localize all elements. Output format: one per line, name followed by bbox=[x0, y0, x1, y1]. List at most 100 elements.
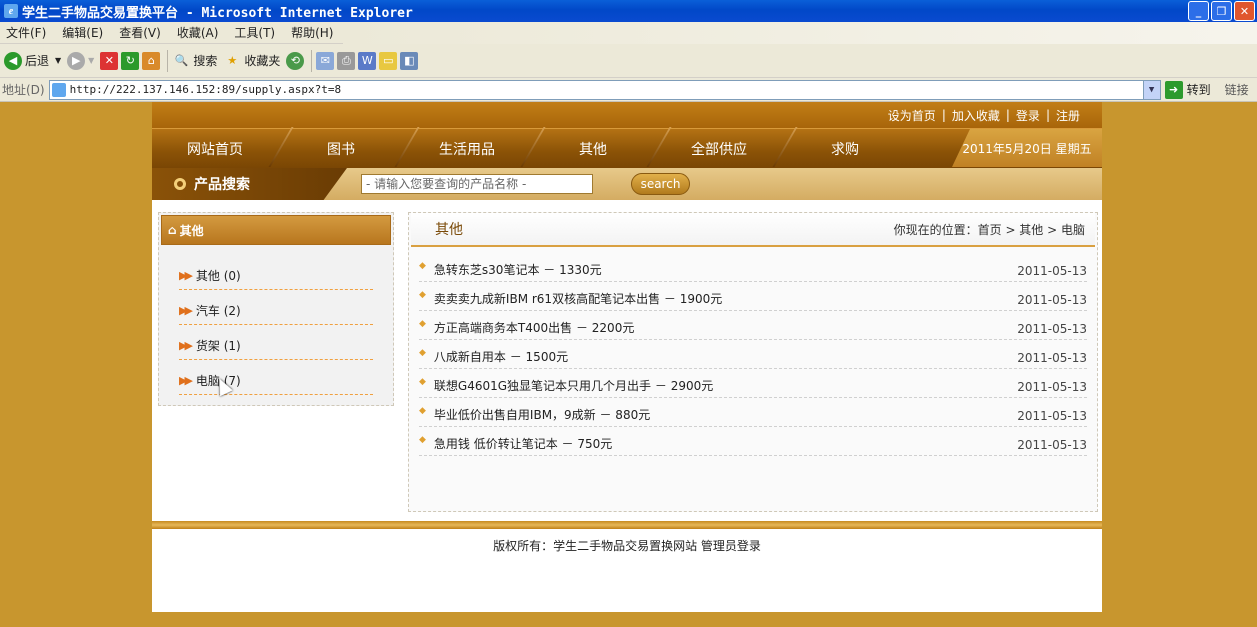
footer-divider bbox=[152, 521, 1102, 529]
back-label: 后退 bbox=[25, 54, 50, 68]
product-list-panel: 其他 你现在的位置：首页 > 其他 > 电脑 ◆ 急转东芝s30笔记本 － 133… bbox=[408, 212, 1098, 512]
go-label: 转到 bbox=[1186, 83, 1211, 97]
page-icon bbox=[51, 82, 66, 97]
address-label: 地址(D) bbox=[2, 83, 45, 97]
window-titlebar: e 学生二手物品交易置换平台 - Microsoft Internet Expl… bbox=[0, 0, 1257, 22]
menu-filler bbox=[343, 21, 1257, 44]
sidebar-title: 其他 bbox=[179, 223, 204, 238]
minimize-button[interactable]: _ bbox=[1188, 1, 1209, 21]
messenger-icon[interactable]: ◧ bbox=[400, 51, 419, 70]
login-link[interactable]: 登录 bbox=[1016, 107, 1040, 124]
search-button[interactable]: 🔍 搜索 bbox=[172, 51, 217, 70]
bullet-icon: ◆ bbox=[419, 347, 426, 358]
category-item-computer[interactable]: ▶▶ 电脑 (7) bbox=[179, 360, 373, 395]
list-item[interactable]: ◆ 八成新自用本 － 1500元 2011-05-13 bbox=[419, 340, 1087, 369]
list-item[interactable]: ◆ 卖卖卖九成新IBM r61双核高配笔记本出售 － 1900元 2011-05-1… bbox=[419, 282, 1087, 311]
set-homepage-link[interactable]: 设为首页 bbox=[888, 107, 936, 124]
circle-bullet-icon bbox=[174, 178, 186, 190]
nav-other[interactable]: 其他 bbox=[530, 139, 656, 159]
bullet-icon: ◆ bbox=[419, 318, 426, 329]
list-item[interactable]: ◆ 联想G4601G独显笔记本只用几个月出手 － 2900元 2011-05-13 bbox=[419, 369, 1087, 398]
product-link[interactable]: 联想G4601G独显笔记本只用几个月出手 － 2900元 bbox=[434, 377, 713, 394]
category-label: 货架 (1) bbox=[195, 338, 241, 353]
nav-wanted[interactable]: 求购 bbox=[782, 139, 908, 159]
product-link[interactable]: 毕业低价出售自用IBM，9成新 － 880元 bbox=[434, 406, 650, 423]
search-icon: 🔍 bbox=[172, 51, 191, 70]
nav-books[interactable]: 图书 bbox=[278, 139, 404, 159]
list-item[interactable]: ◆ 毕业低价出售自用IBM，9成新 － 880元 2011-05-13 bbox=[419, 398, 1087, 427]
menu-file[interactable]: 文件(F) bbox=[6, 24, 46, 41]
history-icon[interactable]: ⟲ bbox=[286, 51, 305, 70]
home-icon[interactable]: ⌂ bbox=[142, 51, 161, 70]
product-link[interactable]: 卖卖卖九成新IBM r61双核高配笔记本出售 － 1900元 bbox=[434, 290, 722, 307]
category-label: 汽车 (2) bbox=[195, 303, 241, 318]
bullet-icon: ◆ bbox=[419, 260, 426, 271]
stop-icon[interactable]: ✕ bbox=[100, 51, 119, 70]
menu-bar: 文件(F) 编辑(E) 查看(V) 收藏(A) 工具(T) 帮助(H) bbox=[0, 21, 1257, 44]
product-date: 2011-05-13 bbox=[1017, 293, 1087, 307]
forward-button[interactable]: ▶ ▼ bbox=[67, 51, 95, 70]
double-arrow-icon: ▶▶ bbox=[179, 373, 193, 387]
address-dropdown-icon[interactable]: ▼ bbox=[1142, 80, 1160, 99]
double-arrow-icon: ▶▶ bbox=[179, 338, 193, 352]
list-item[interactable]: ◆ 急用钱 低价转让笔记本 － 750元 2011-05-13 bbox=[419, 427, 1087, 456]
menu-edit[interactable]: 编辑(E) bbox=[62, 24, 103, 41]
bullet-icon: ◆ bbox=[419, 289, 426, 300]
product-date: 2011-05-13 bbox=[1017, 264, 1087, 278]
nav-daily-goods[interactable]: 生活用品 bbox=[404, 139, 530, 159]
product-date: 2011-05-13 bbox=[1017, 438, 1087, 452]
product-link[interactable]: 急用钱 低价转让笔记本 － 750元 bbox=[434, 435, 612, 452]
list-item[interactable]: ◆ 急转东芝s30笔记本 － 1330元 2011-05-13 bbox=[419, 253, 1087, 282]
breadcrumb: 你现在的位置：首页 > 其他 > 电脑 bbox=[893, 222, 1085, 237]
nav-all-supply[interactable]: 全部供应 bbox=[656, 139, 782, 159]
favorites-button[interactable]: ★ 收藏夹 bbox=[223, 51, 281, 70]
address-url: http://222.137.146.152:89/supply.aspx?t=… bbox=[69, 83, 342, 96]
product-link[interactable]: 八成新自用本 － 1500元 bbox=[434, 348, 568, 365]
menu-view[interactable]: 查看(V) bbox=[119, 24, 161, 41]
refresh-icon[interactable]: ↻ bbox=[121, 51, 140, 70]
menu-tools[interactable]: 工具(T) bbox=[234, 24, 275, 41]
bullet-icon: ◆ bbox=[419, 434, 426, 445]
product-search-input[interactable]: - 请输入您要查询的产品名称 - bbox=[361, 174, 593, 194]
word-icon[interactable]: W bbox=[358, 51, 377, 70]
product-date: 2011-05-13 bbox=[1017, 380, 1087, 394]
links-label[interactable]: 链接 bbox=[1225, 81, 1249, 98]
category-sidebar: ⌂ 其他 ▶▶ 其他 (0) ▶▶ 汽车 (2) ▶▶ 货架 (1) ▶▶ 电脑 (7) bbox=[158, 212, 394, 406]
product-link[interactable]: 方正高端商务本T400出售 － 2200元 bbox=[434, 319, 634, 336]
add-favorite-link[interactable]: 加入收藏 bbox=[952, 107, 1000, 124]
dropdown-arrow-icon[interactable]: ▼ bbox=[55, 56, 61, 65]
category-item-car[interactable]: ▶▶ 汽车 (2) bbox=[179, 290, 373, 325]
dropdown-arrow-icon: ▼ bbox=[88, 56, 95, 65]
note-icon[interactable]: ▭ bbox=[379, 51, 398, 70]
panel-title: 其他 bbox=[435, 222, 463, 238]
product-date: 2011-05-13 bbox=[1017, 351, 1087, 365]
list-item[interactable]: ◆ 方正高端商务本T400出售 － 2200元 2011-05-13 bbox=[419, 311, 1087, 340]
back-button[interactable]: ◀ 后退 ▼ bbox=[4, 51, 61, 70]
product-date: 2011-05-13 bbox=[1017, 409, 1087, 423]
window-controls: _ ❐ ✕ bbox=[1188, 1, 1255, 21]
ie-icon: e bbox=[4, 4, 18, 18]
menu-help[interactable]: 帮助(H) bbox=[291, 24, 333, 41]
website: 设为首页 | 加入收藏 | 登录 | 注册 网站首页 图书 生活用品 其他 全部… bbox=[152, 102, 1102, 612]
category-label: 其他 (0) bbox=[195, 268, 241, 283]
menu-favorites[interactable]: 收藏(A) bbox=[177, 24, 219, 41]
go-button[interactable]: ➜ 转到 bbox=[1164, 80, 1211, 99]
product-link[interactable]: 急转东芝s30笔记本 － 1330元 bbox=[434, 261, 602, 278]
print-icon[interactable]: ⎙ bbox=[337, 51, 356, 70]
search-submit-button[interactable]: search bbox=[631, 173, 690, 195]
product-search-bar: 产品搜索 - 请输入您要查询的产品名称 - search bbox=[152, 168, 1102, 200]
address-bar: 地址(D) http://222.137.146.152:89/supply.a… bbox=[0, 78, 1257, 102]
maximize-button[interactable]: ❐ bbox=[1211, 1, 1232, 21]
category-item-other[interactable]: ▶▶ 其他 (0) bbox=[179, 255, 373, 290]
favorites-label: 收藏夹 bbox=[244, 54, 281, 68]
go-arrow-icon: ➜ bbox=[1164, 80, 1183, 99]
home-icon: ⌂ bbox=[168, 223, 177, 237]
close-button[interactable]: ✕ bbox=[1234, 1, 1255, 21]
category-item-shelf[interactable]: ▶▶ 货架 (1) bbox=[179, 325, 373, 360]
register-link[interactable]: 注册 bbox=[1056, 107, 1080, 124]
nav-home[interactable]: 网站首页 bbox=[152, 139, 278, 159]
search-title-label: 产品搜索 bbox=[194, 177, 250, 193]
current-date: 2011年5月20日 星期五 bbox=[952, 129, 1102, 167]
mail-icon[interactable]: ✉ bbox=[316, 51, 335, 70]
address-input[interactable]: http://222.137.146.152:89/supply.aspx?t=… bbox=[48, 79, 1161, 100]
